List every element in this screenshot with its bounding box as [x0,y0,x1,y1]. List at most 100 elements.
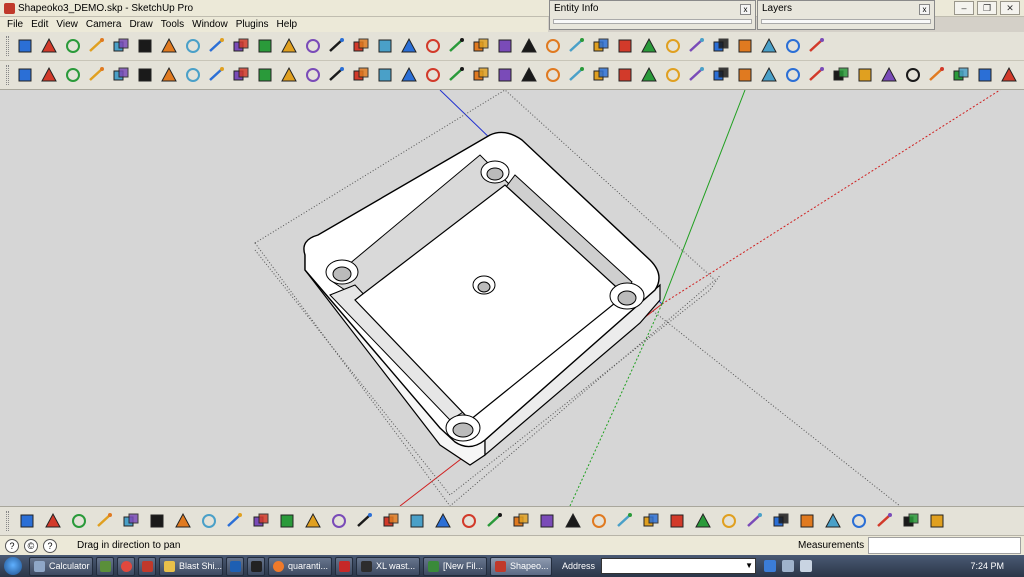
clock[interactable]: 7:24 PM [970,561,1004,571]
menu-edit[interactable]: Edit [27,19,52,30]
slice-icon[interactable] [495,65,515,85]
menu-camera[interactable]: Camera [82,19,126,30]
model-scene[interactable] [0,90,1024,506]
task-xl-waste[interactable]: XL wast... [356,556,420,576]
minimize-button[interactable]: – [954,1,974,15]
check-2-icon[interactable] [433,511,453,531]
side-elevation-icon[interactable] [147,511,167,531]
toolbar-grip[interactable] [6,65,9,85]
extrude-icon[interactable] [159,65,179,85]
check-3-icon[interactable] [459,511,479,531]
previous-view-icon[interactable] [303,511,323,531]
export-icon[interactable] [511,511,531,531]
measure-icon[interactable] [807,36,827,56]
close-button[interactable]: ✕ [1000,1,1020,15]
orbit-icon[interactable] [135,36,155,56]
path-icon[interactable] [87,65,107,85]
filter-1-icon[interactable] [641,511,661,531]
task-quarantine[interactable]: quaranti... [268,556,332,576]
front-elevation-icon[interactable] [95,511,115,531]
menu-plugins[interactable]: Plugins [232,19,273,30]
raise-icon[interactable] [745,511,765,531]
door-icon[interactable] [783,65,803,85]
quick-sketchup[interactable] [138,556,156,576]
walk-icon[interactable] [381,511,401,531]
drawing-viewport[interactable] [0,90,1024,506]
array-icon[interactable] [399,65,419,85]
move-icon[interactable] [87,36,107,56]
stairs-icon[interactable] [687,65,707,85]
grey-cube-icon[interactable] [927,511,947,531]
menu-file[interactable]: File [3,19,27,30]
grid-icon[interactable] [639,65,659,85]
credits-icon[interactable]: © [24,538,38,553]
redo-icon[interactable] [183,36,203,56]
extend-icon[interactable] [351,65,371,85]
section-plane-icon[interactable] [351,36,371,56]
twist-icon[interactable] [207,65,227,85]
dimension-icon[interactable] [327,36,347,56]
arc-icon[interactable] [519,36,539,56]
zoom-extents-icon[interactable] [277,511,297,531]
shell-icon[interactable] [279,65,299,85]
project-icon[interactable] [519,65,539,85]
orbit-icon[interactable] [173,511,193,531]
filter-2-icon[interactable] [667,511,687,531]
mirror-icon[interactable] [375,65,395,85]
menu-tools[interactable]: Tools [157,19,188,30]
zoom-icon[interactable] [225,511,245,531]
trim-icon[interactable] [327,65,347,85]
flatten-icon[interactable] [719,511,739,531]
knife-icon[interactable] [615,65,635,85]
select-icon[interactable] [15,36,35,56]
help-icon[interactable] [849,511,869,531]
wall-icon[interactable] [735,65,755,85]
arrow-2-icon[interactable] [563,511,583,531]
stamp-icon[interactable] [951,65,971,85]
weld-icon[interactable] [63,65,83,85]
task-new-file[interactable]: [New Fil... [423,556,487,576]
paint-icon[interactable] [111,36,131,56]
component-icon[interactable] [207,36,227,56]
circle-icon[interactable] [543,36,563,56]
menu-view[interactable]: View [52,19,82,30]
measurements-input[interactable] [868,537,1021,554]
entity-info-collapse-bar[interactable] [553,19,752,24]
fillet-icon[interactable] [111,65,131,85]
menu-window[interactable]: Window [188,19,232,30]
layers-close-button[interactable]: x [919,4,930,15]
instructor-icon[interactable]: ? [43,538,57,553]
entity-info-close-button[interactable]: x [740,4,751,15]
menu-draw[interactable]: Draw [125,19,156,30]
chamfer-icon[interactable] [135,65,155,85]
split-icon[interactable] [303,65,323,85]
front-view-icon[interactable] [423,36,443,56]
offset-icon[interactable] [615,36,635,56]
volume-icon[interactable] [800,560,813,572]
pan-icon[interactable] [199,511,219,531]
back-elevation-icon[interactable] [121,511,141,531]
chevron-down-icon[interactable]: ▼ [745,561,753,570]
quick-outlook[interactable] [226,556,244,576]
fence-icon[interactable] [879,65,899,85]
arrow-4-icon[interactable] [615,511,635,531]
loft-icon[interactable] [231,65,251,85]
maximize-button[interactable]: ❐ [977,1,997,15]
surface-icon[interactable] [543,65,563,85]
beam-icon[interactable] [831,65,851,85]
scale-icon[interactable] [783,36,803,56]
bend-icon[interactable] [183,65,203,85]
curve-icon[interactable] [639,36,659,56]
hatch-icon[interactable] [663,65,683,85]
spiral-icon[interactable] [687,36,707,56]
delete-icon[interactable] [771,511,791,531]
freehand-icon[interactable] [663,36,683,56]
flip-icon[interactable] [15,65,35,85]
undo-icon[interactable] [159,36,179,56]
quick-minecraft[interactable] [96,556,114,576]
zoom-window-icon[interactable] [251,511,271,531]
bezier-icon[interactable] [711,36,731,56]
text-icon[interactable] [303,36,323,56]
contour-icon[interactable] [999,65,1019,85]
point-icon[interactable] [759,36,779,56]
